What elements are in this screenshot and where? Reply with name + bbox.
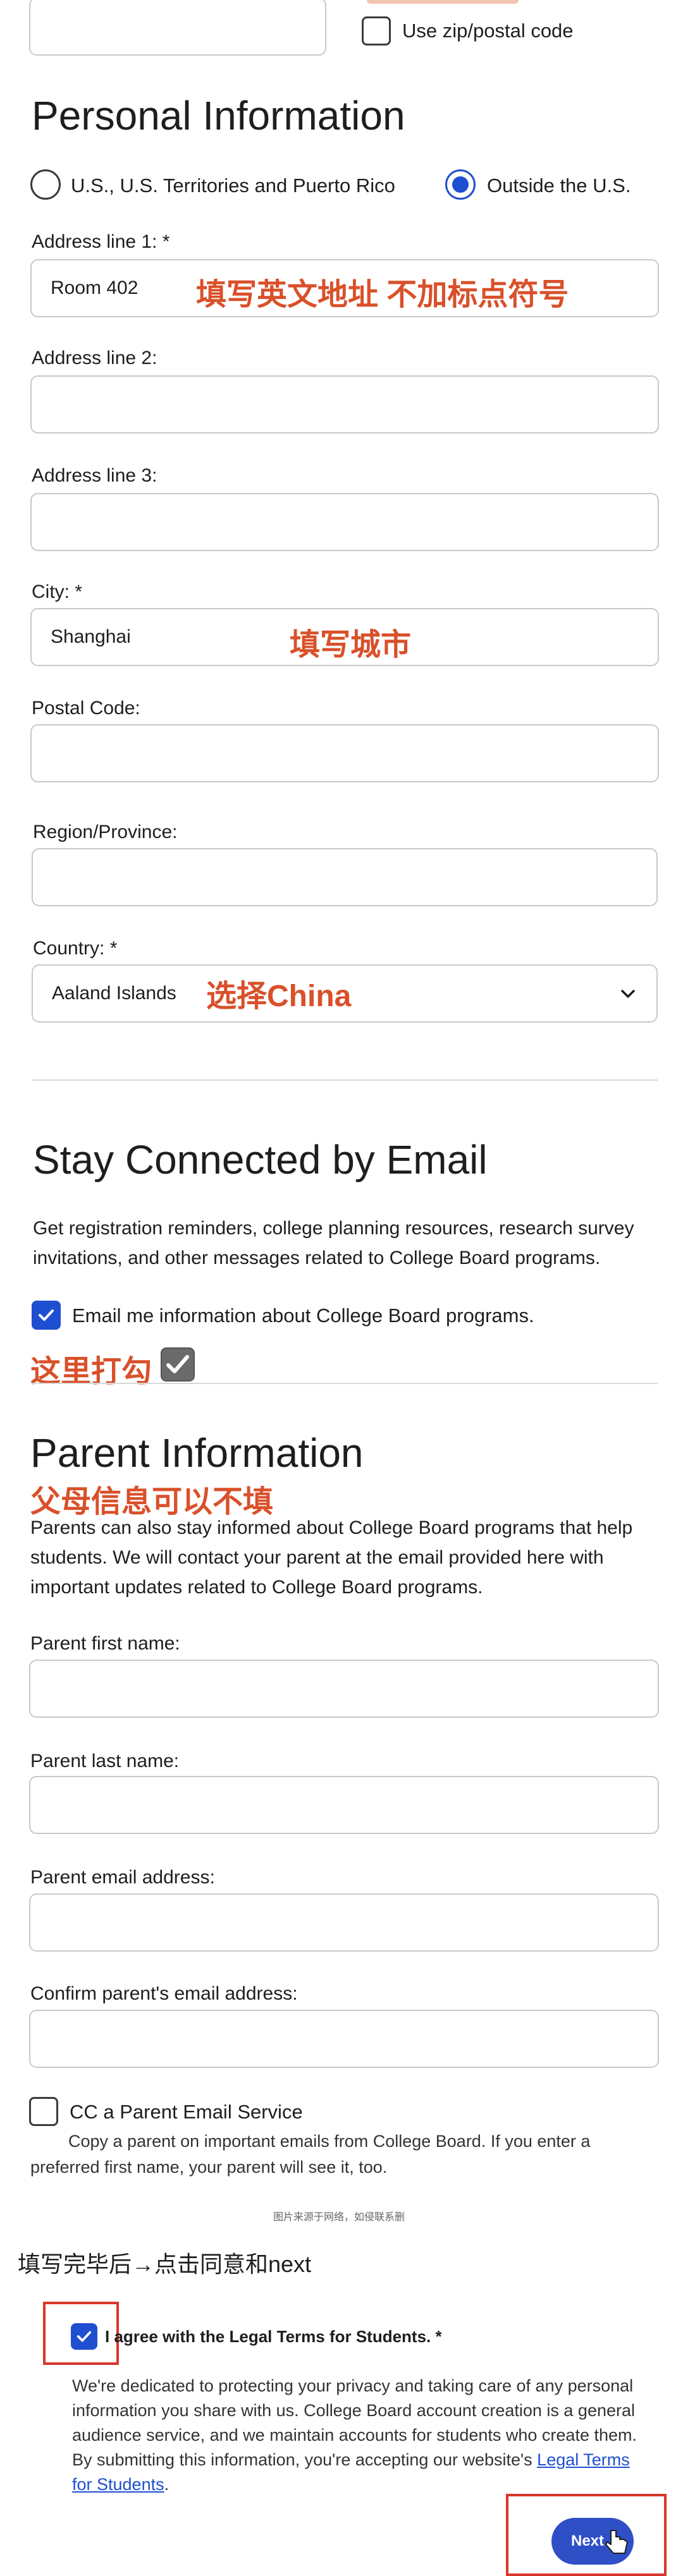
address2-input[interactable]: [30, 375, 659, 434]
check-icon: [39, 1309, 54, 1321]
parent-email-input[interactable]: [29, 1893, 659, 1952]
country-label: Country: *: [33, 938, 118, 959]
personal-info-title: Personal Information: [32, 93, 405, 138]
postal-code-input[interactable]: [30, 724, 659, 782]
annotation-fragment: [367, 0, 519, 4]
previous-field[interactable]: [29, 0, 326, 56]
city-annotation: 填写城市: [290, 628, 412, 662]
email-section-title: Stay Connected by Email: [33, 1137, 488, 1182]
parent-last-name-label: Parent last name:: [30, 1751, 180, 1771]
agree-legal-terms-checkbox[interactable]: [71, 2323, 97, 2350]
country-value: Aaland Islands: [52, 983, 176, 1004]
city-label: City: *: [32, 581, 83, 602]
section-divider-2: [32, 1383, 658, 1384]
address1-annotation: 填写英文地址 不加标点符号: [196, 278, 569, 312]
legal-terms-link-cont[interactable]: for Students: [72, 2475, 164, 2494]
region-label: Region/Province:: [33, 822, 178, 842]
legal-text: We're dedicated to protecting your priva…: [72, 2376, 637, 2494]
cc-parent-checkbox[interactable]: [29, 2097, 58, 2126]
section-divider: [32, 1079, 658, 1081]
radio-us[interactable]: [30, 169, 61, 200]
email-opt-in-checkbox[interactable]: [32, 1301, 61, 1330]
parent-first-name-input[interactable]: [29, 1660, 659, 1718]
confirm-parent-email-label: Confirm parent's email address:: [30, 1983, 298, 2004]
zip-checkbox[interactable]: [362, 16, 391, 46]
email-section-description: Get registration reminders, college plan…: [33, 1218, 634, 1268]
zip-checkbox-label: Use zip/postal code: [402, 20, 574, 42]
cc-parent-description: Copy a parent on important emails from C…: [30, 2132, 591, 2177]
image-watermark: 图片来源于网络，如侵联系删: [273, 2212, 405, 2223]
radio-outside-us-label: Outside the U.S.: [487, 174, 631, 197]
country-annotation: 选择China: [206, 980, 352, 1013]
chevron-down-icon: [621, 990, 635, 998]
cc-parent-label: CC a Parent Email Service: [70, 2101, 303, 2123]
address3-input[interactable]: [30, 493, 659, 551]
legal-terms-link[interactable]: Legal Terms: [537, 2450, 630, 2469]
address1-label: Address line 1: *: [32, 231, 170, 252]
cursor-hand-icon: [605, 2530, 628, 2554]
parent-email-label: Parent email address:: [30, 1867, 215, 1888]
postal-code-label: Postal Code:: [32, 698, 140, 719]
parent-description: Parents can also stay informed about Col…: [30, 1517, 633, 1598]
instruction-annotation: 填写完毕后→点击同意和next: [18, 2251, 312, 2277]
confirm-parent-email-input[interactable]: [29, 2010, 659, 2068]
address3-label: Address line 3:: [32, 465, 157, 486]
city-value: Shanghai: [51, 626, 131, 647]
region-input[interactable]: [32, 848, 658, 906]
next-button[interactable]: Next: [551, 2518, 634, 2565]
parent-last-name-input[interactable]: [29, 1776, 659, 1834]
radio-us-label: U.S., U.S. Territories and Puerto Rico: [71, 174, 395, 197]
address2-label: Address line 2:: [32, 348, 157, 368]
check-icon: [77, 2331, 92, 2342]
parent-info-title: Parent Information: [30, 1430, 364, 1476]
next-button-label: Next: [570, 2532, 605, 2549]
parent-first-name-label: Parent first name:: [30, 1633, 180, 1654]
agree-legal-terms-label: I agree with the Legal Terms for Student…: [105, 2327, 442, 2346]
address1-value: Room 402: [51, 277, 138, 298]
checkmark-emoji-icon: [161, 1347, 195, 1382]
email-opt-in-label: Email me information about College Board…: [72, 1304, 534, 1327]
radio-outside-us[interactable]: [445, 169, 476, 200]
